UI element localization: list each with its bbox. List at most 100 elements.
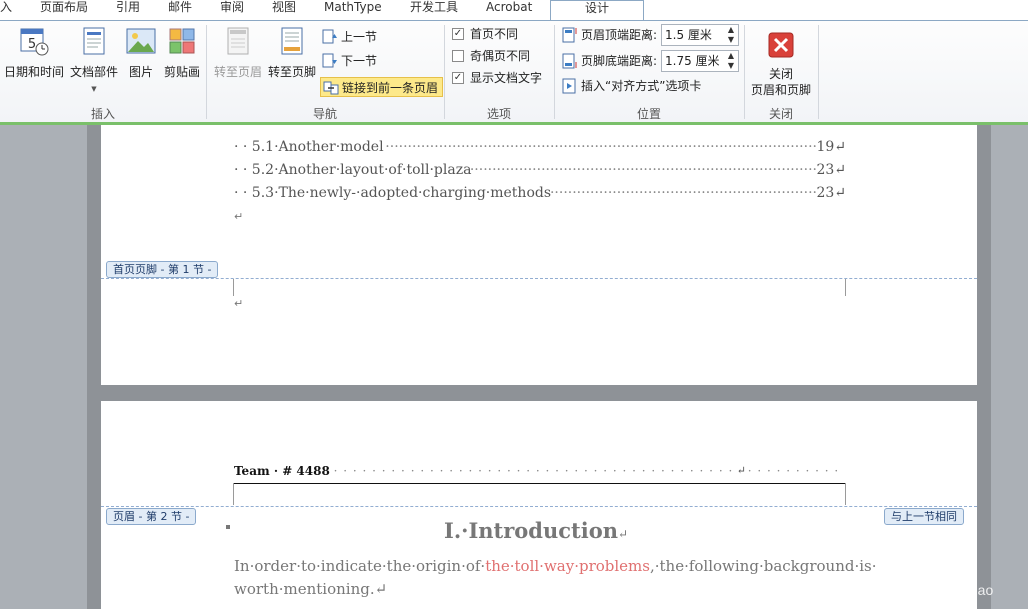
position-group-label: 位置	[636, 107, 661, 121]
margin-corner-mark	[233, 483, 234, 505]
tab-references[interactable]: 引用	[116, 0, 140, 20]
page-gap	[87, 385, 991, 401]
paragraph-mark: ↵	[234, 210, 244, 223]
goto-header-icon	[227, 27, 249, 55]
toc-entry-text: · · 5.1·Another·model	[234, 139, 384, 155]
body-text-line2: worth·mentioning.↵	[234, 580, 388, 598]
show-document-text-label: 显示文档文字	[470, 71, 543, 85]
document-parts-icon	[83, 27, 105, 55]
footer-bottom-distance-value: 1.75 厘米	[665, 54, 720, 68]
header-end-mark: ↵	[736, 464, 746, 477]
toc-page-number: 23↵	[816, 162, 846, 178]
tab-mathtype[interactable]: MathType	[324, 0, 382, 20]
section-heading-text: I.·Introduction	[444, 518, 618, 543]
tab-insert-partial[interactable]: 入	[0, 0, 12, 20]
same-as-previous-tag: 与上一节相同	[884, 508, 964, 525]
prev-section-button[interactable]: 上一节	[322, 27, 377, 47]
link-to-previous-button[interactable]: 链接到前一条页眉	[320, 77, 444, 97]
link-to-previous-label: 链接到前一条页眉	[342, 81, 439, 95]
spin-arrows-icon[interactable]: ▲ ▼	[726, 51, 736, 71]
next-section-button[interactable]: 下一节	[322, 51, 377, 71]
diff-odd-even-label: 奇偶页不同	[470, 49, 531, 63]
toc-line[interactable]: · · 5.2·Another·layout·of·toll·plaza ···…	[234, 162, 846, 178]
section-heading[interactable]: I.·Introduction↵	[444, 518, 628, 543]
tab-mailings[interactable]: 邮件	[168, 0, 192, 20]
doc-parts-label: 文档部件	[69, 65, 118, 79]
tab-review[interactable]: 审阅	[220, 0, 244, 20]
checkmark-icon: ✓	[452, 27, 464, 40]
goto-footer-icon	[281, 27, 303, 55]
toc-page-number: 19↵	[816, 139, 846, 155]
tab-view[interactable]: 视图	[272, 0, 296, 20]
toc-line[interactable]: · · 5.1·Another·model ··················…	[234, 139, 846, 155]
body-highlighted-text: the·toll·way·problems	[485, 557, 650, 575]
insert-alignment-tab-label: 插入“对齐方式”选项卡	[581, 79, 702, 93]
doc-parts-button[interactable]: 文档部件 ▼	[66, 25, 122, 94]
insert-group-label: 插入	[90, 107, 115, 121]
margin-corner-mark	[233, 279, 234, 296]
toc-line-cut: · · 5 ·Further·Work·····················…	[234, 125, 846, 127]
insert-alignment-tab-button[interactable]: 插入“对齐方式”选项卡	[562, 76, 701, 96]
tab-developer[interactable]: 开发工具	[410, 0, 458, 20]
header-top-distance-label-wrap: 页眉顶端距离:	[562, 25, 657, 45]
document-area[interactable]: · · 5 ·Further·Work·····················…	[0, 125, 1028, 609]
svg-text:5: 5	[28, 37, 36, 52]
footer-bottom-distance-input[interactable]: 1.75 厘米 ▲ ▼	[661, 50, 739, 72]
header-top-distance-value: 1.5 厘米	[665, 28, 712, 42]
date-time-label: 日期和时间	[4, 65, 65, 79]
diff-first-page-checkbox[interactable]: ✓ 首页不同	[452, 24, 518, 44]
show-document-text-checkbox[interactable]: ✓ 显示文档文字	[452, 68, 542, 88]
header-top-distance-label: 页眉顶端距离:	[581, 28, 658, 42]
prev-section-icon	[322, 29, 337, 43]
close-icon	[768, 32, 794, 58]
tab-page-layout[interactable]: 页面布局	[40, 0, 88, 20]
close-group-label: 关闭	[768, 107, 793, 121]
header-underline	[234, 483, 846, 484]
first-page-footer-tag: 首页页脚 - 第 1 节 -	[106, 261, 219, 278]
header-top-distance-input[interactable]: 1.5 厘米 ▲ ▼	[661, 24, 739, 46]
goto-footer-label: 转至页脚	[267, 65, 316, 79]
header-distance-icon	[562, 27, 577, 42]
toc-line[interactable]: · · 5.3·The·newly-·adopted·charging·meth…	[234, 185, 846, 201]
footer-distance-icon	[562, 53, 577, 68]
goto-header-button[interactable]: 转至页眉	[212, 25, 264, 80]
page-shadow-left	[87, 401, 101, 609]
tab-design[interactable]: 设计	[550, 0, 644, 21]
footer-paragraph-mark: ↵	[234, 297, 244, 310]
header-text: Team · # 4488	[234, 464, 330, 478]
clipart-button[interactable]: 剪贴画	[162, 25, 202, 80]
picture-icon	[126, 28, 156, 54]
diff-odd-even-checkbox[interactable]: 奇偶页不同	[452, 46, 530, 66]
spin-arrows-icon[interactable]: ▲ ▼	[726, 25, 736, 45]
group-divider	[818, 25, 819, 119]
body-text-start: In·order·to·indicate·the·origin·of·	[234, 557, 486, 575]
picture-button[interactable]: 图片	[122, 25, 160, 80]
link-previous-icon	[323, 81, 339, 94]
body-text-end: ,·the·following·background·is·	[649, 557, 877, 575]
goto-footer-button[interactable]: 转至页脚	[266, 25, 318, 80]
tab-acrobat[interactable]: Acrobat	[486, 0, 532, 20]
header-text-line[interactable]: Team · # 4488 · · · · · · · · · · · · · …	[234, 464, 846, 482]
diff-first-page-label: 首页不同	[470, 27, 519, 41]
ribbon: 5 日期和时间 文档部件 ▼ 图片 剪贴画 插入 转至页眉 转至页脚 上一节 下…	[0, 20, 1028, 122]
header-leader-dots: · · · · · · · · · · · · · · · · · · · · …	[333, 464, 840, 478]
footer-bottom-distance-label: 页脚底端距离:	[581, 54, 658, 68]
date-time-button[interactable]: 5 日期和时间	[4, 25, 64, 80]
calendar-clock-icon: 5	[20, 28, 49, 56]
toc-entry-text: · · 5.2·Another·layout·of·toll·plaza	[234, 162, 472, 178]
paragraph-bullet-marker	[226, 525, 230, 529]
options-group-label: 选项	[486, 107, 511, 121]
margin-corner-mark	[845, 279, 846, 296]
ribbon-tab-row: 入 页面布局 引用 邮件 审阅 视图 MathType 开发工具 Acrobat…	[0, 0, 1028, 21]
chevron-down-icon: ▼	[91, 85, 97, 93]
close-header-footer-button[interactable]: 关闭 页眉和页脚	[748, 25, 814, 98]
prev-section-label: 上一节	[341, 30, 378, 44]
toc-page-number: 23↵	[816, 185, 846, 201]
body-paragraph[interactable]: In·order·to·indicate·the·origin·of·the·t…	[234, 555, 877, 601]
page-shadow-right	[977, 125, 991, 385]
header-boundary-line	[101, 506, 977, 507]
nav-group-label: 导航	[312, 107, 337, 121]
clipart-label: 剪贴画	[163, 65, 200, 79]
checkbox-empty-icon	[452, 49, 464, 62]
next-section-icon	[322, 53, 337, 67]
